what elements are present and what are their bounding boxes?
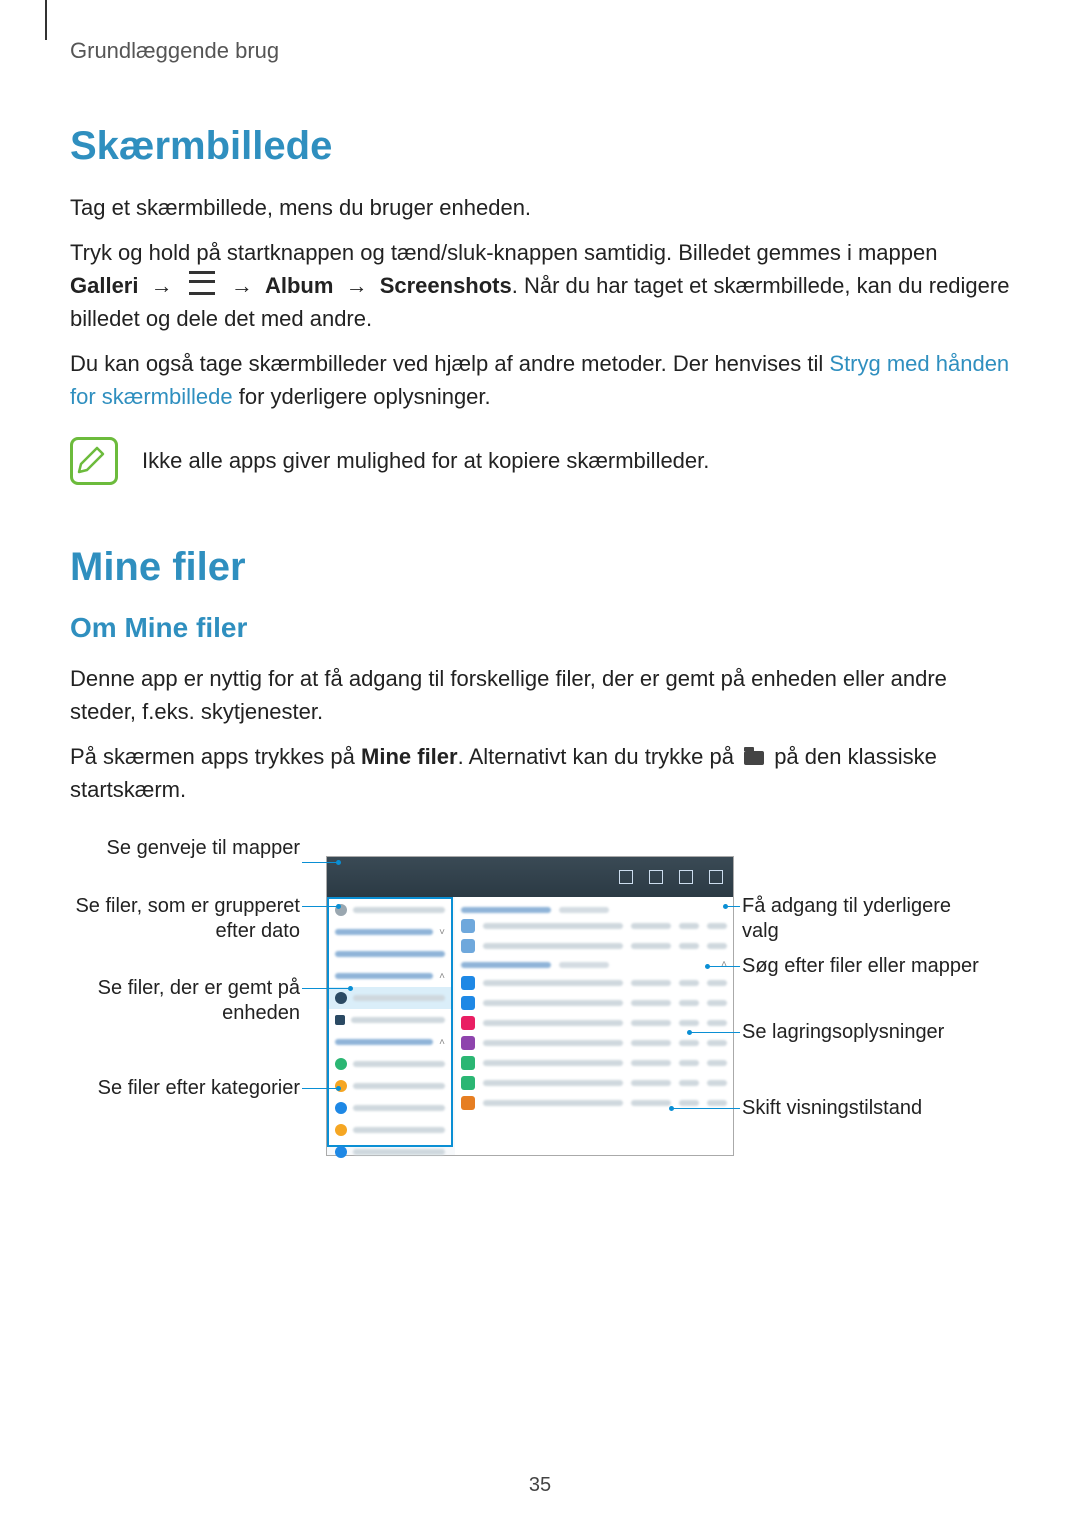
text: På skærmen apps trykkes på (70, 744, 361, 769)
arrow-icon: → (346, 273, 368, 298)
paragraph: Du kan også tage skærmbilleder ved hjælp… (70, 347, 1010, 413)
text: . Alternativt kan du trykke på (458, 744, 740, 769)
subsection-title: Om Mine filer (70, 612, 1010, 644)
note-text: Ikke alle apps giver mulighed for at kop… (142, 448, 709, 474)
file-list: ˄ (455, 897, 733, 1155)
callout-view-mode: Skift visningstilstand (742, 1096, 982, 1121)
folder-icon (744, 751, 764, 765)
app-topbar (327, 857, 733, 897)
callout-categories: Se filer efter kategorier (70, 1076, 300, 1101)
paragraph: Denne app er nyttig for at få adgang til… (70, 662, 1010, 728)
app-name-myfiles: Mine filer (361, 744, 458, 769)
callout-shortcuts: Se genveje til mapper (70, 836, 300, 861)
callout-device-files: Se filer, der er gemt på enheden (70, 976, 300, 1026)
paragraph: Tag et skærmbillede, mens du bruger enhe… (70, 191, 1010, 224)
callout-date-grouped: Se filer, som er grupperet efter dato (70, 894, 300, 944)
text: Du kan også tage skærmbilleder ved hjælp… (70, 351, 829, 376)
sidebar-panel: ˅ ˄ ˄ (327, 897, 453, 1147)
note-block: Ikke alle apps giver mulighed for at kop… (70, 437, 1010, 485)
search-icon (679, 870, 693, 884)
breadcrumb-album: Album (265, 273, 333, 298)
arrow-icon: → (151, 273, 173, 298)
callout-more-options: Få adgang til yderligere valg (742, 894, 982, 944)
device-screenshot: ˅ ˄ ˄ ˄ (326, 856, 734, 1156)
grid-icon (619, 870, 633, 884)
paragraph: På skærmen apps trykkes på Mine filer. A… (70, 740, 1010, 806)
menu-icon (189, 271, 215, 295)
more-icon (709, 870, 723, 884)
breadcrumb-galleri: Galleri (70, 273, 138, 298)
callout-storage: Se lagringsoplysninger (742, 1020, 982, 1045)
page-header: Grundlæggende brug (70, 0, 1010, 64)
storage-icon (649, 870, 663, 884)
section-title-myfiles: Mine filer (70, 545, 1010, 590)
arrow-icon: → (231, 273, 253, 298)
margin-decoration (45, 0, 47, 40)
breadcrumb-screenshots: Screenshots (380, 273, 512, 298)
note-icon (70, 437, 118, 485)
paragraph: Tryk og hold på startknappen og tænd/slu… (70, 236, 1010, 335)
annotated-screenshot-diagram: ˅ ˄ ˄ ˄ (70, 836, 1010, 1176)
page-number: 35 (0, 1474, 1080, 1497)
callout-search: Søg efter filer eller mapper (742, 954, 982, 979)
text: for yderligere oplysninger. (233, 384, 491, 409)
text: Tryk og hold på startknappen og tænd/slu… (70, 240, 937, 265)
section-title-screenshot: Skærmbillede (70, 124, 1010, 169)
